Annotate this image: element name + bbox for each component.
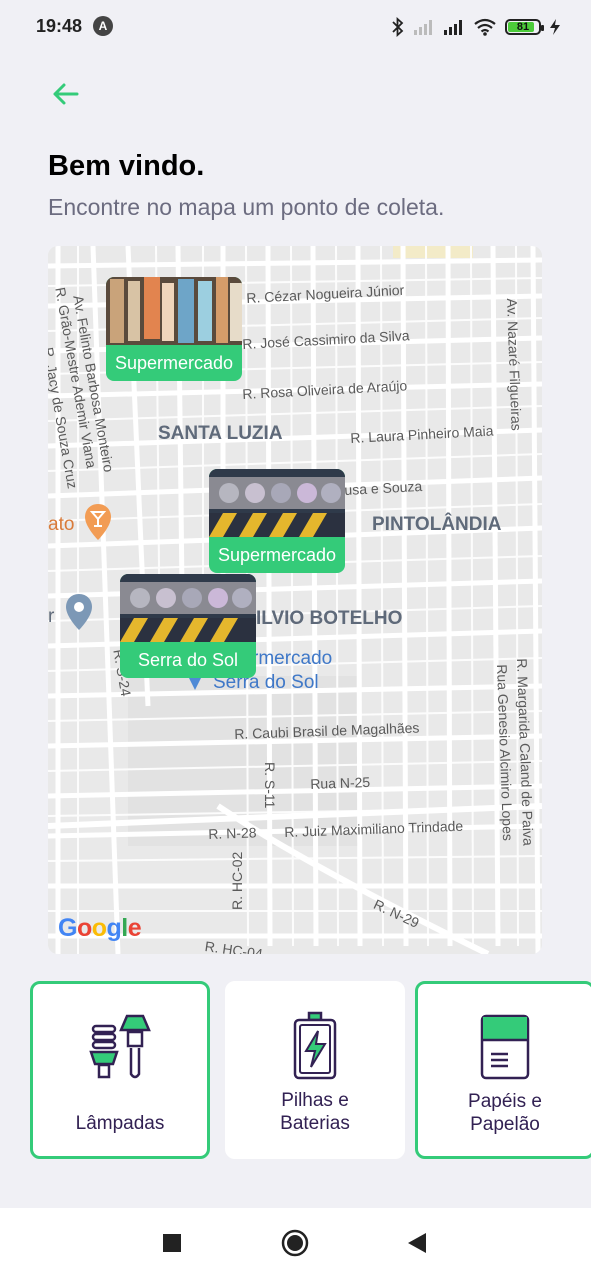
arrow-left-icon[interactable] [50,78,82,110]
google-logo: Google [58,914,142,942]
item-label: Papéis e Papelão [418,1090,591,1136]
item-label: Pilhas e Baterias [227,1089,403,1135]
signal-icon [444,20,462,35]
item-card-lampadas[interactable]: Lâmpadas [30,981,210,1159]
notification-app-icon: A [93,16,113,36]
signal-icon [414,20,432,35]
marker-label: Supermercado [217,545,337,565]
battery-level: 81 [516,21,530,33]
status-time: 19:48 [36,16,83,36]
marker-label: Supermercado [114,353,234,373]
charging-icon [550,19,560,35]
marker-image [209,469,345,537]
page-subtitle: Encontre no mapa um ponto de coleta. [48,194,445,220]
item-label-line2: Papelão [470,1114,540,1135]
items-list: Lâmpadas Pilhas e Baterias Papéis e Pape… [30,981,591,1161]
item-label-line2: Baterias [280,1113,350,1134]
system-nav-bar [0,1208,591,1280]
street-label: Rua N-25 [310,773,371,792]
battery-icon: 81 [505,19,544,35]
battery-icon [293,1011,337,1080]
location-pin-icon [66,594,92,630]
paper-icon [480,1014,530,1080]
street-label: R. HC-02 [229,851,245,910]
map-place-label: r [48,606,55,627]
map-place-label: ato [48,514,75,535]
home-icon[interactable] [280,1228,310,1258]
map-poi-label: rmercado [252,648,333,669]
bluetooth-icon [392,17,404,37]
collection-point-marker[interactable]: Supermercado [106,277,242,381]
item-card-papeis-papelao[interactable]: Papéis e Papelão [415,981,591,1159]
page-title: Bem vindo. [48,150,205,182]
area-label: SANTA LUZIA [158,423,283,444]
item-label-line1: Pilhas e [281,1090,349,1111]
item-card-pilhas-baterias[interactable]: Pilhas e Baterias [225,981,405,1159]
area-label: PINTOLÂNDIA [372,514,502,535]
marker-image [106,277,242,345]
street-label: R. N-28 [208,824,257,842]
map[interactable]: R. Cézar Nogueira Júnior R. José Cassimi… [48,246,542,954]
area-label: ILVIO BOTELHO [256,608,403,629]
back-icon[interactable] [402,1228,432,1258]
food-pin-icon [85,504,111,540]
light-bulbs-icon [89,1014,151,1079]
item-label: Lâmpadas [75,1113,165,1134]
item-label-line1: Papéis e [468,1091,542,1112]
marker-label: Serra do Sol [137,650,239,670]
street-label: R. S-11 [262,762,278,809]
collection-point-marker[interactable]: Serra do Sol [120,574,256,678]
status-bar: 19:48 A 81 [0,0,591,56]
marker-image [120,574,256,642]
recent-apps-icon[interactable] [157,1228,187,1258]
wifi-icon [474,18,496,36]
status-icons: 81 [391,15,561,39]
collection-point-marker[interactable]: Supermercado [209,469,345,573]
